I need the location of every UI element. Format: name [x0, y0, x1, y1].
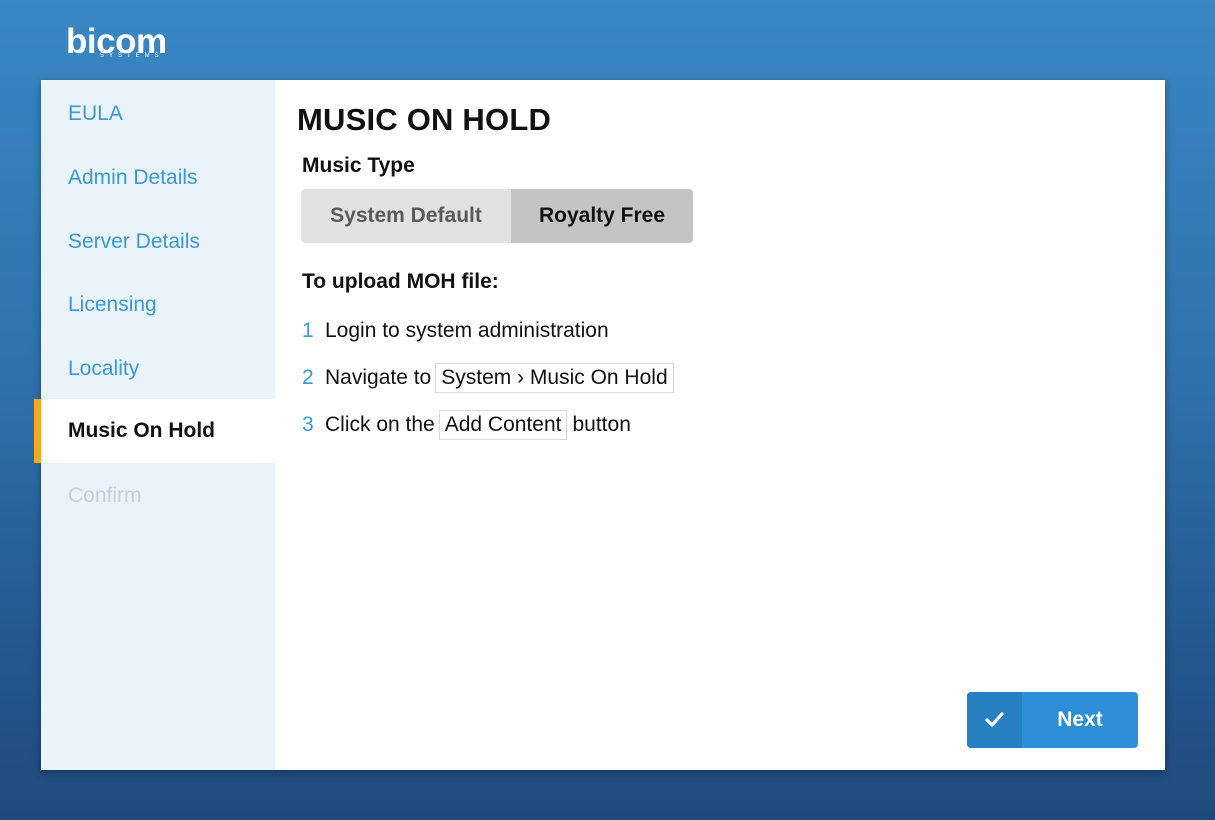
step-number: 2 — [302, 366, 314, 389]
step-number: 3 — [302, 413, 314, 436]
setup-wizard-card: EULA Admin Details Server Details Licens… — [34, 80, 1165, 770]
sidebar-item-licensing[interactable]: Licensing — [41, 273, 275, 337]
upload-step-3: 3 Click on the Add Content button — [302, 408, 631, 442]
upload-step-2: 2 Navigate to System › Music On Hold — [302, 361, 679, 395]
check-icon — [967, 692, 1022, 748]
page-title: MUSIC ON HOLD — [297, 102, 552, 137]
main-content: MUSIC ON HOLD Music Type System Default … — [275, 80, 1165, 770]
sidebar-item-server-details[interactable]: Server Details — [41, 210, 275, 274]
sidebar-item-confirm: Confirm — [68, 484, 142, 507]
step-text-suffix: button — [572, 413, 631, 436]
sidebar-item-locality[interactable]: Locality — [41, 337, 275, 401]
wizard-steps-sidebar: EULA Admin Details Server Details Licens… — [34, 80, 275, 770]
sidebar-item-admin-details[interactable]: Admin Details — [41, 146, 275, 210]
upload-step-1: 1 Login to system administration — [302, 314, 609, 348]
step-text: Click on the — [325, 413, 435, 436]
sidebar-item-eula[interactable]: EULA — [41, 82, 275, 146]
step-number: 1 — [302, 319, 314, 342]
music-type-royalty-free-option[interactable]: Royalty Free — [511, 189, 693, 243]
music-type-label: Music Type — [302, 154, 415, 177]
music-type-toggle: System Default Royalty Free — [301, 189, 693, 243]
bicom-logo: bicom SYSTEMS — [66, 22, 186, 66]
menu-path-code: System › Music On Hold — [435, 363, 674, 393]
music-type-system-default-option[interactable]: System Default — [301, 189, 511, 243]
sidebar-item-music-on-hold[interactable]: Music On Hold — [34, 399, 275, 463]
step-text: Navigate to — [325, 366, 432, 389]
upload-instructions-title: To upload MOH file: — [302, 270, 499, 293]
logo-subtitle: SYSTEMS — [100, 53, 164, 59]
next-button-label: Next — [1057, 708, 1103, 731]
step-text: Login to system administration — [325, 319, 609, 342]
button-name-code: Add Content — [438, 410, 568, 440]
next-button[interactable]: Next — [967, 692, 1138, 748]
